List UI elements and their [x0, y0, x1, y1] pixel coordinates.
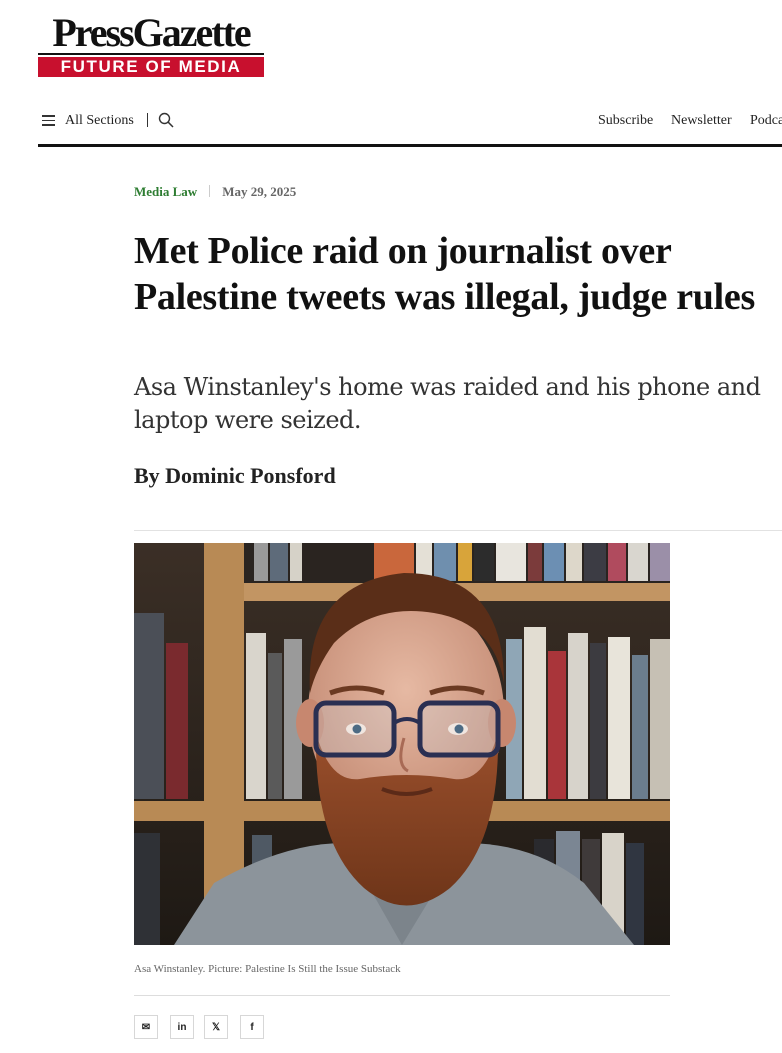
email-icon: ✉ [141, 1021, 151, 1033]
newsletter-link[interactable]: Newsletter [671, 113, 732, 129]
x-share-button[interactable]: 𝕏 [204, 1015, 228, 1039]
publish-date: May 29, 2025 [222, 184, 297, 199]
image-caption: Asa Winstanley. Picture: Palestine Is St… [134, 963, 401, 975]
site-logo[interactable]: PressGazette FUTURE OF MEDIA [38, 10, 264, 77]
email-share-button[interactable]: ✉ [134, 1015, 158, 1039]
nav-rule [38, 144, 782, 147]
meta-separator [209, 185, 211, 197]
content-divider [134, 530, 782, 531]
facebook-share-button[interactable]: f [240, 1015, 264, 1039]
all-sections-link[interactable]: All Sections [65, 113, 134, 129]
nav-divider [147, 113, 148, 127]
hamburger-icon[interactable] [42, 115, 55, 126]
article-meta: Media Law May 29, 2025 [134, 184, 296, 200]
caption-divider [134, 995, 670, 996]
top-navigation: All Sections Subscribe Newsletter Podca [38, 108, 782, 136]
article-standfirst: Asa Winstanley's home was raided and his… [134, 373, 761, 434]
category-link[interactable]: Media Law [134, 184, 197, 199]
subscribe-link[interactable]: Subscribe [598, 113, 653, 129]
search-icon[interactable] [158, 112, 174, 128]
x-icon: 𝕏 [211, 1021, 221, 1033]
facebook-icon: f [250, 1021, 254, 1033]
podcast-link[interactable]: Podca [750, 113, 782, 129]
article-hero-image [134, 543, 670, 945]
linkedin-share-button[interactable]: in [170, 1015, 194, 1039]
article-headline: Met Police raid on journalist over Pales… [134, 230, 755, 318]
linkedin-icon: in [177, 1021, 187, 1033]
logo-tagline: FUTURE OF MEDIA [38, 57, 264, 77]
article-byline[interactable]: By Dominic Ponsford [134, 463, 336, 489]
logo-wordmark: PressGazette [52, 10, 251, 55]
